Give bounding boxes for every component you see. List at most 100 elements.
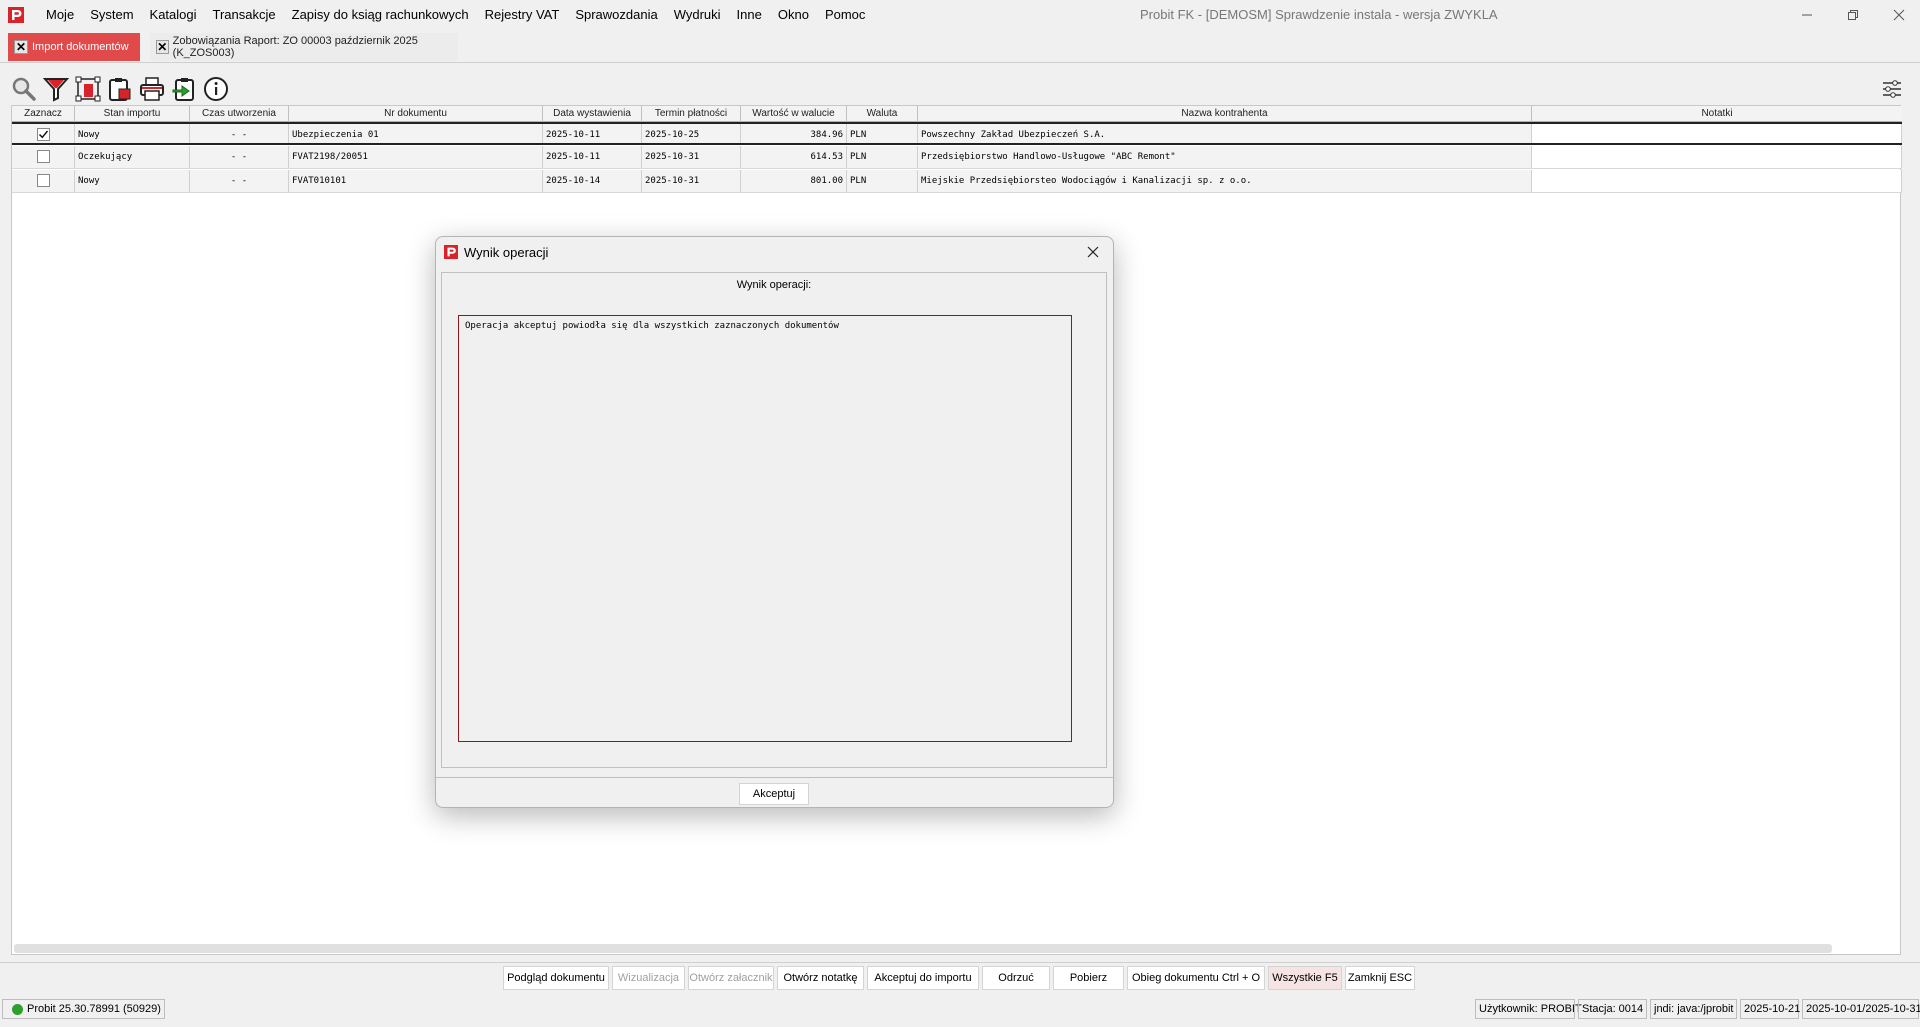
restore-icon	[1848, 10, 1858, 20]
import-button[interactable]	[170, 75, 198, 103]
table-cell: PLN	[847, 146, 918, 168]
tab-zobowiazania-raport[interactable]: ✕ Zobowiązania Raport: ZO 00003 paździer…	[150, 33, 458, 61]
table-cell-checkbox	[12, 124, 75, 143]
fetch-button[interactable]: Pobierz	[1053, 966, 1124, 990]
menu-item[interactable]: Wydruki	[666, 0, 729, 30]
table-cell: 2025-10-14	[543, 170, 642, 192]
table-cell: - -	[190, 146, 289, 168]
visualization-button[interactable]: Wizualizacja	[612, 966, 685, 990]
column-header[interactable]: Data wystawienia	[543, 106, 642, 122]
date-status: 2025-10-21	[1740, 999, 1800, 1019]
menu-item[interactable]: System	[82, 0, 141, 30]
table-row[interactable]: Oczekujący - - FVAT2198/20051 2025-10-11 202…	[12, 146, 1902, 169]
menu-item[interactable]: Zapisy do ksiąg rachunkowych	[284, 0, 477, 30]
menu-item[interactable]: Inne	[729, 0, 770, 30]
info-icon	[204, 77, 228, 101]
info-button[interactable]	[202, 75, 230, 103]
close-esc-button[interactable]: Zamknij ESC	[1345, 966, 1415, 990]
close-icon	[1087, 246, 1099, 258]
result-dialog: Wynik operacji Wynik operacji: Operacja …	[435, 236, 1114, 808]
close-tab-icon[interactable]: ✕	[14, 40, 28, 54]
divider	[0, 62, 1920, 63]
table-cell: - -	[190, 170, 289, 192]
column-header[interactable]: Waluta	[847, 106, 918, 122]
search-button[interactable]	[10, 75, 38, 103]
table-cell: Oczekujący	[75, 146, 190, 168]
jndi-status: jndi: java:/jprobit	[1650, 999, 1737, 1019]
column-header[interactable]: Notatki	[1532, 106, 1902, 122]
dialog-close-button[interactable]	[1083, 242, 1103, 262]
table-cell	[1532, 124, 1902, 143]
menu-item[interactable]: Moje	[38, 0, 82, 30]
table-cell: 2025-10-11	[543, 124, 642, 143]
open-attachment-button[interactable]: Otwórz załacznik	[688, 966, 774, 990]
menu-item[interactable]: Katalogi	[142, 0, 205, 30]
column-header[interactable]: Wartość w walucie	[741, 106, 847, 122]
clipboard-button[interactable]	[106, 75, 134, 103]
reject-button[interactable]: Odrzuć	[982, 966, 1050, 990]
probit-logo-icon	[444, 245, 458, 259]
minimize-icon	[1802, 14, 1812, 16]
title-bar: Moje System Katalogi Transakcje Zapisy do ks…	[0, 0, 1920, 30]
preview-document-button[interactable]: Podgląd dokumentu	[503, 966, 609, 990]
tab-import-dokumentow[interactable]: ✕ Import dokumentów	[8, 33, 140, 61]
close-icon	[1893, 9, 1905, 21]
menu-item[interactable]: Transakcje	[205, 0, 284, 30]
restore-button[interactable]	[1830, 0, 1876, 30]
menu-item[interactable]: Sprawozdania	[567, 0, 665, 30]
clipboard-icon	[109, 78, 131, 101]
menu-item[interactable]: Pomoc	[817, 0, 873, 30]
settings-button[interactable]	[1878, 76, 1906, 102]
table-cell: FVAT2198/20051	[289, 146, 543, 168]
delete-button[interactable]	[74, 75, 102, 103]
filter-button[interactable]	[42, 75, 70, 103]
table-cell: Ubezpieczenia 01	[289, 124, 543, 143]
row-checkbox[interactable]	[36, 150, 50, 163]
table-cell	[1532, 170, 1902, 192]
menu-item[interactable]: Okno	[770, 0, 817, 30]
accept-import-button[interactable]: Akceptuj do importu	[867, 966, 979, 990]
toolbar	[10, 74, 234, 104]
main-menu: Moje System Katalogi Transakcje Zapisy do ks…	[38, 0, 873, 30]
column-header[interactable]: Termin płatności	[642, 106, 741, 122]
version-label: Probit 25.30.78991 (50929)	[27, 1003, 161, 1015]
table-cell: - -	[190, 124, 289, 143]
column-header[interactable]: Nr dokumentu	[289, 106, 543, 122]
result-label: Wynik operacji:	[736, 279, 812, 291]
row-checkbox[interactable]	[36, 128, 50, 141]
result-message: Operacja akceptuj powiodła się dla wszys…	[465, 321, 839, 331]
search-icon	[12, 77, 36, 101]
column-header[interactable]: Czas utworzenia	[190, 106, 289, 122]
close-tab-icon[interactable]: ✕	[156, 40, 169, 54]
accept-button[interactable]: Akceptuj	[739, 783, 809, 805]
table-cell: Powszechny Zakład Ubezpieczeń S.A.	[918, 124, 1532, 143]
table-row[interactable]: Nowy - - Ubezpieczenia 01 2025-10-11 2025-10…	[12, 122, 1902, 145]
table-cell: Miejskie Przedsiębiorsteo Wodociągów i K…	[918, 170, 1532, 192]
table-row[interactable]: Nowy - - FVAT010101 2025-10-14 2025-10-31 801…	[12, 170, 1902, 193]
result-message-field[interactable]: Operacja akceptuj powiodła się dla wszys…	[458, 315, 1072, 742]
print-button[interactable]	[138, 75, 166, 103]
tab-label: Import dokumentów	[32, 41, 129, 53]
period-status: 2025-10-01/2025-10-31	[1802, 999, 1920, 1019]
print-icon	[140, 77, 164, 101]
open-note-button[interactable]: Otwórz notatkę	[777, 966, 864, 990]
column-header[interactable]: Nazwa kontrahenta	[918, 106, 1532, 122]
table-cell: PLN	[847, 124, 918, 143]
table-cell-checkbox	[12, 146, 75, 168]
minimize-button[interactable]	[1784, 0, 1830, 30]
table-cell: Przedsiębiorstwo Handlowo-Usługowe "ABC …	[918, 146, 1532, 168]
column-header[interactable]: Zaznacz	[12, 106, 75, 122]
row-checkbox[interactable]	[36, 174, 50, 187]
import-icon	[172, 78, 194, 101]
document-flow-button[interactable]: Obieg dokumentu Ctrl + O	[1127, 966, 1265, 990]
table-cell: 384.96	[741, 124, 847, 143]
dialog-title: Wynik operacji	[464, 244, 549, 260]
table-cell: 801.00	[741, 170, 847, 192]
close-window-button[interactable]	[1876, 0, 1920, 30]
table-header: Zaznacz Stan importu Czas utworzenia Nr …	[12, 106, 1902, 122]
menu-item[interactable]: Rejestry VAT	[477, 0, 568, 30]
table-cell: FVAT010101	[289, 170, 543, 192]
all-button[interactable]: Wszystkie F5	[1268, 966, 1342, 990]
column-header[interactable]: Stan importu	[75, 106, 190, 122]
horizontal-scrollbar[interactable]	[14, 944, 1832, 953]
